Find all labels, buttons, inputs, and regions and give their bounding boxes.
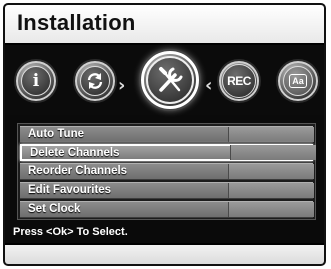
bottom-bar	[5, 243, 324, 264]
menu-item-set-clock[interactable]: Set Clock	[20, 201, 314, 218]
refresh-arrows-icon	[87, 73, 103, 89]
tools-icon[interactable]	[141, 51, 199, 109]
refresh-icon[interactable]	[75, 61, 115, 101]
menu-item-label: Auto Tune	[28, 128, 84, 140]
wrench-screwdriver-icon	[159, 67, 183, 92]
page-title: Installation	[17, 10, 136, 35]
select-hint: Press <Ok> To Select.	[13, 226, 128, 238]
chevron-left-icon: ‹	[205, 75, 213, 96]
title-bar: Installation	[5, 5, 324, 45]
rec-glyph: REC	[227, 74, 251, 88]
menu-list: Auto Tune Delete Channels Reorder Channe…	[17, 123, 316, 220]
menu-item-label: Set Clock	[28, 203, 81, 215]
chevron-right-icon: ›	[118, 75, 126, 96]
menu-item-label: Delete Channels	[30, 147, 120, 159]
menu-item-value	[228, 202, 314, 217]
menu-item-label: Reorder Channels	[28, 165, 128, 177]
menu-item-value	[228, 164, 314, 179]
menu-item-value	[228, 127, 314, 142]
hint-bar: Press <Ok> To Select.	[5, 223, 324, 243]
menu-item-delete-channels[interactable]: Delete Channels	[20, 144, 316, 161]
info-icon[interactable]: i	[16, 61, 56, 101]
menu-item-edit-favourites[interactable]: Edit Favourites	[20, 182, 314, 199]
subtitle-icon[interactable]: Aa	[278, 61, 318, 101]
menu-item-value	[230, 145, 316, 160]
menu-item-reorder-channels[interactable]: Reorder Channels	[20, 163, 314, 180]
installation-menu-window: Installation i › ‹ REC Aa Auto Tune Dele…	[3, 3, 326, 266]
record-icon[interactable]: REC	[219, 61, 259, 101]
subtitle-glyph: Aa	[289, 74, 307, 88]
menu-item-label: Edit Favourites	[28, 184, 112, 196]
menu-item-value	[228, 183, 314, 198]
menu-item-auto-tune[interactable]: Auto Tune	[20, 126, 314, 143]
info-glyph: i	[32, 71, 40, 91]
category-icon-strip: i › ‹ REC Aa	[5, 45, 324, 115]
